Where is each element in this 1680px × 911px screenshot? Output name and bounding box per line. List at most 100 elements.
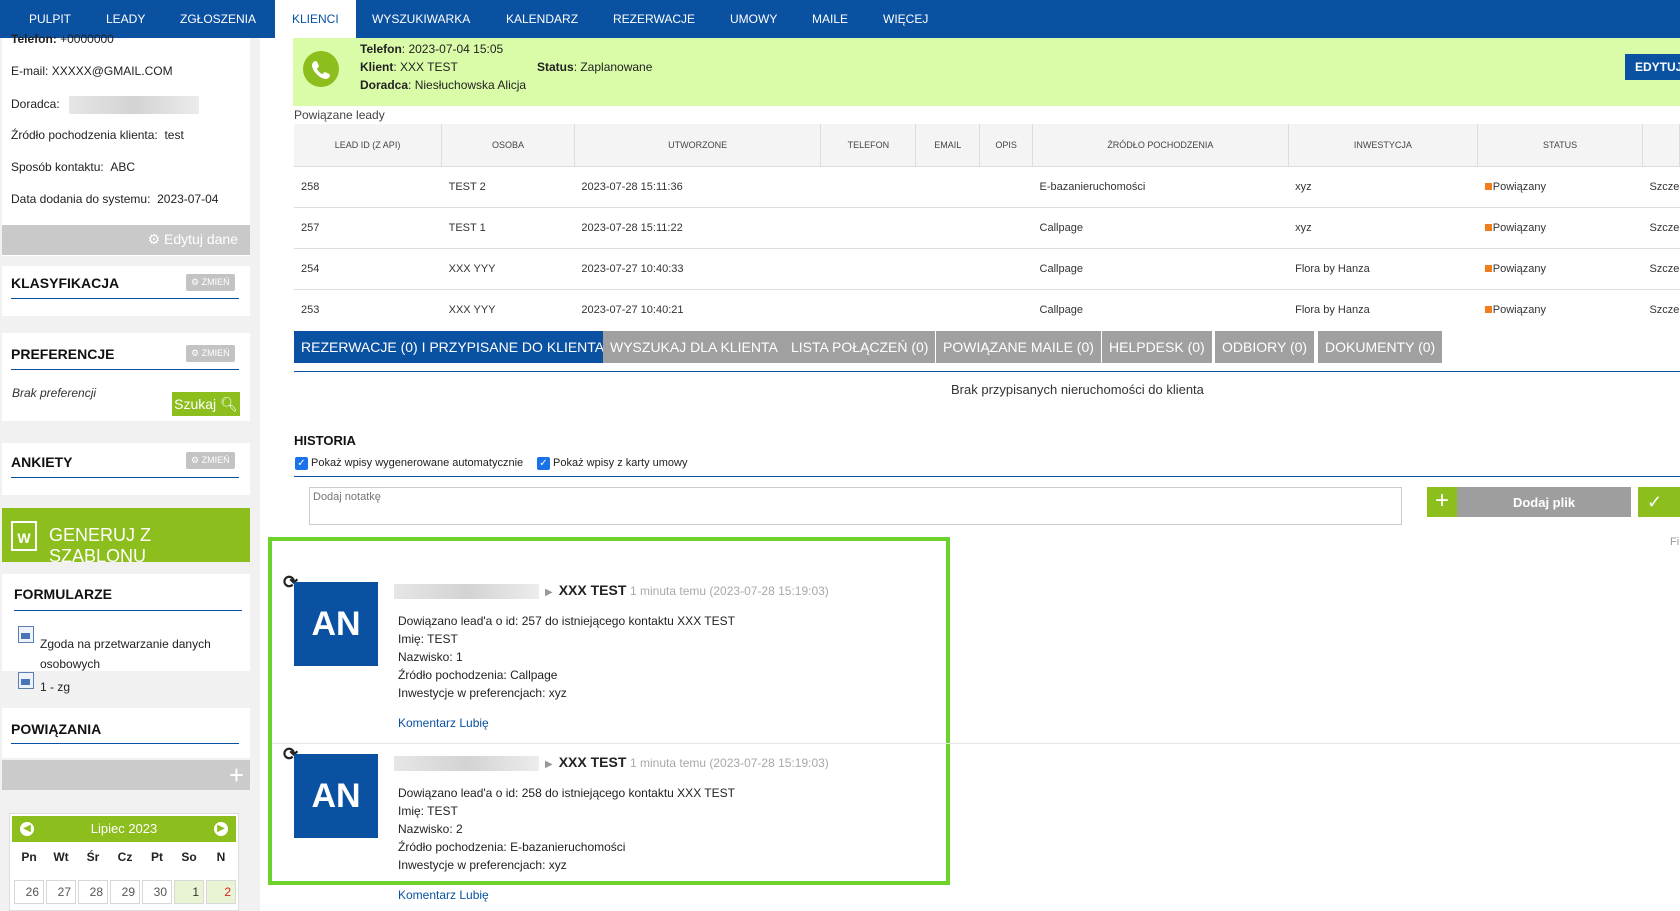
save-note-button[interactable]: ✓ (1638, 487, 1680, 517)
column-header[interactable]: UTWORZONE (574, 124, 822, 166)
edit-data-bar[interactable]: ⚙ Edytuj dane (2, 225, 250, 255)
column-header[interactable]: OPIS (979, 124, 1034, 166)
client-info-card: Telefon: +0000000 E-mail: XXXXX@GMAIL.CO… (2, 32, 250, 256)
calendar-day-name: Pt (151, 850, 163, 864)
add-file-label: Dodaj plik (1512, 495, 1576, 510)
tab-linked-emails[interactable]: POWIĄZANE MAILE (0) (936, 331, 1101, 363)
relations-add-bar: + (2, 760, 250, 790)
edit-call-button[interactable]: EDYTUJ (1625, 54, 1680, 80)
column-header[interactable]: ŹRÓDŁO POCHODZENIA (1032, 124, 1289, 166)
phone-row: Telefon: +0000000 (11, 32, 114, 46)
tab-call-list[interactable]: LISTA POŁĄCZEŃ (0) (784, 331, 936, 363)
table-header-row: LEAD ID (Z API) OSOBA UTWORZONE TELEFON … (294, 124, 1680, 166)
calendar-day[interactable]: 27 (46, 880, 76, 904)
lead-person: XXX YYY (441, 288, 575, 330)
lead-status: Powiązany (1477, 288, 1643, 330)
table-row[interactable]: 253 XXX YYY 2023-07-27 10:40:21 Callpage… (294, 288, 1680, 330)
tab-handovers[interactable]: ODBIORY (0) (1215, 331, 1315, 363)
next-month-icon[interactable]: ▶ (214, 822, 228, 836)
lead-person: TEST 1 (441, 206, 575, 248)
calendar-day-name: Pn (21, 850, 37, 864)
edit-data-button[interactable]: ⚙ Edytuj dane (148, 231, 238, 248)
surveys-change-button[interactable]: ⚙ ZMIEŃ (186, 452, 235, 469)
no-preferences-text: Brak preferencji (12, 386, 97, 400)
top-navigation: PULPIT LEADY ZGŁOSZENIA KLIENCI WYSZUKIW… (0, 0, 1680, 38)
lead-phone (820, 165, 916, 207)
column-header[interactable]: TELEFON (820, 124, 917, 166)
avatar: AN (294, 754, 378, 838)
column-header[interactable]: INWESTYCJA (1288, 124, 1479, 166)
table-row[interactable]: 257 TEST 1 2023-07-28 15:11:22 Callpage … (294, 206, 1680, 248)
banner-client: Klient: XXX TEST (360, 60, 458, 74)
nav-klienci[interactable]: KLIENCI (275, 0, 356, 38)
banner-status: Status: Zaplanowane (537, 60, 653, 74)
tab-documents[interactable]: DOKUMENTY (0) (1318, 331, 1443, 363)
lead-source: E-bazanieruchomości (1032, 165, 1289, 207)
column-header[interactable]: EMAIL (915, 124, 981, 166)
calendar-day[interactable]: 28 (78, 880, 108, 904)
preferences-underline (11, 369, 239, 370)
entry-line: Źródło pochodzenia: Callpage (398, 668, 558, 682)
calendar-header: ◀ Lipiec 2023 ▶ (12, 816, 236, 842)
nav-umowy[interactable]: UMOWY (730, 0, 777, 38)
nav-rezerwacje[interactable]: REZERWACJE (613, 0, 695, 38)
lead-email (915, 288, 980, 330)
table-row[interactable]: 254 XXX YYY 2023-07-27 10:40:33 Callpage… (294, 247, 1680, 289)
surveys-underline (11, 477, 239, 478)
banner-advisor: Doradca: Niesłuchowska Alicja (360, 78, 527, 92)
preferences-change-button[interactable]: ⚙ ZMIEŃ (186, 345, 235, 362)
calendar-day-name: Wt (53, 850, 69, 864)
form-link[interactable]: Zgoda na przetwarzanie danych osobowych (40, 634, 211, 674)
column-header (1642, 124, 1680, 166)
note-input[interactable] (309, 487, 1402, 525)
lead-extra: Szcze (1642, 165, 1680, 207)
lead-investment: Flora by Hanza (1288, 288, 1478, 330)
calendar-day[interactable]: 26 (14, 880, 44, 904)
table-row[interactable]: 258 TEST 2 2023-07-28 15:11:36 E-bazanie… (294, 165, 1680, 207)
gear-icon: ⚙ (147, 231, 161, 247)
history-underline (294, 476, 1680, 477)
tab-reservations[interactable]: REZERWACJE (0) I PRZYPISANE DO KLIENTA (294, 331, 612, 363)
lead-status: Powiązany (1477, 247, 1643, 289)
lead-phone (820, 288, 916, 330)
nav-zgloszenia[interactable]: ZGŁOSZENIA (180, 0, 256, 38)
comment-like-links[interactable]: Komentarz Lubię (398, 716, 489, 730)
column-header[interactable]: OSOBA (441, 124, 575, 166)
checkbox-auto-entries[interactable]: ✓ (295, 457, 308, 470)
search-preferences-button[interactable]: Szukaj 🔍︎ (172, 392, 240, 416)
comment-like-links[interactable]: Komentarz Lubię (398, 888, 489, 902)
nav-maile[interactable]: MAILE (812, 0, 848, 38)
lead-source: Callpage (1032, 206, 1289, 248)
banner-phone: Telefon: 2023-07-04 15:05 (360, 42, 504, 56)
nav-wiecej[interactable]: WIĘCEJ (883, 0, 928, 38)
column-header[interactable]: STATUS (1477, 124, 1643, 166)
entry-line: Dowiązano lead'a o id: 257 do istniejące… (398, 614, 735, 628)
column-header[interactable]: LEAD ID (Z API) (294, 124, 443, 166)
checkbox-contract-entries[interactable]: ✓ (537, 457, 550, 470)
search-icon: 🔍︎ (220, 396, 238, 412)
lead-description (979, 206, 1033, 248)
author-blurred (394, 756, 539, 772)
form-link[interactable]: 1 - zg (40, 680, 70, 694)
nav-kalendarz[interactable]: KALENDARZ (506, 0, 578, 38)
generate-template-button[interactable]: W GENERUJ Z SZABLONU (2, 508, 250, 566)
calendar-day[interactable]: 29 (110, 880, 140, 904)
status-square-icon (1484, 305, 1492, 313)
calendar-day[interactable]: 1 (174, 880, 204, 904)
gear-icon: ⚙ (191, 348, 200, 358)
plus-icon[interactable]: + (229, 760, 244, 790)
calendar-day[interactable]: 30 (142, 880, 172, 904)
word-doc-icon: W (11, 521, 37, 551)
calendar-day[interactable]: 2 (206, 880, 236, 904)
tab-helpdesk[interactable]: HELPDESK (0) (1102, 331, 1212, 363)
nav-wyszukiwarka[interactable]: WYSZUKIWARKA (372, 0, 470, 38)
filter-text: Fi (1670, 536, 1680, 548)
contact-row: Sposób kontaktu: ABC (11, 160, 136, 174)
plus-icon: + (1427, 487, 1457, 517)
tab-search-for-client[interactable]: WYSZUKAJ DLA KLIENTA (603, 331, 785, 363)
lead-created: 2023-07-28 15:11:36 (574, 165, 821, 207)
add-file-button[interactable]: + Dodaj plik (1427, 487, 1631, 517)
lead-extra: Szcze (1642, 288, 1680, 330)
classification-change-button[interactable]: ⚙ ZMIEŃ (186, 274, 235, 291)
entry-line: Źródło pochodzenia: E-bazanieruchomości (398, 840, 626, 854)
